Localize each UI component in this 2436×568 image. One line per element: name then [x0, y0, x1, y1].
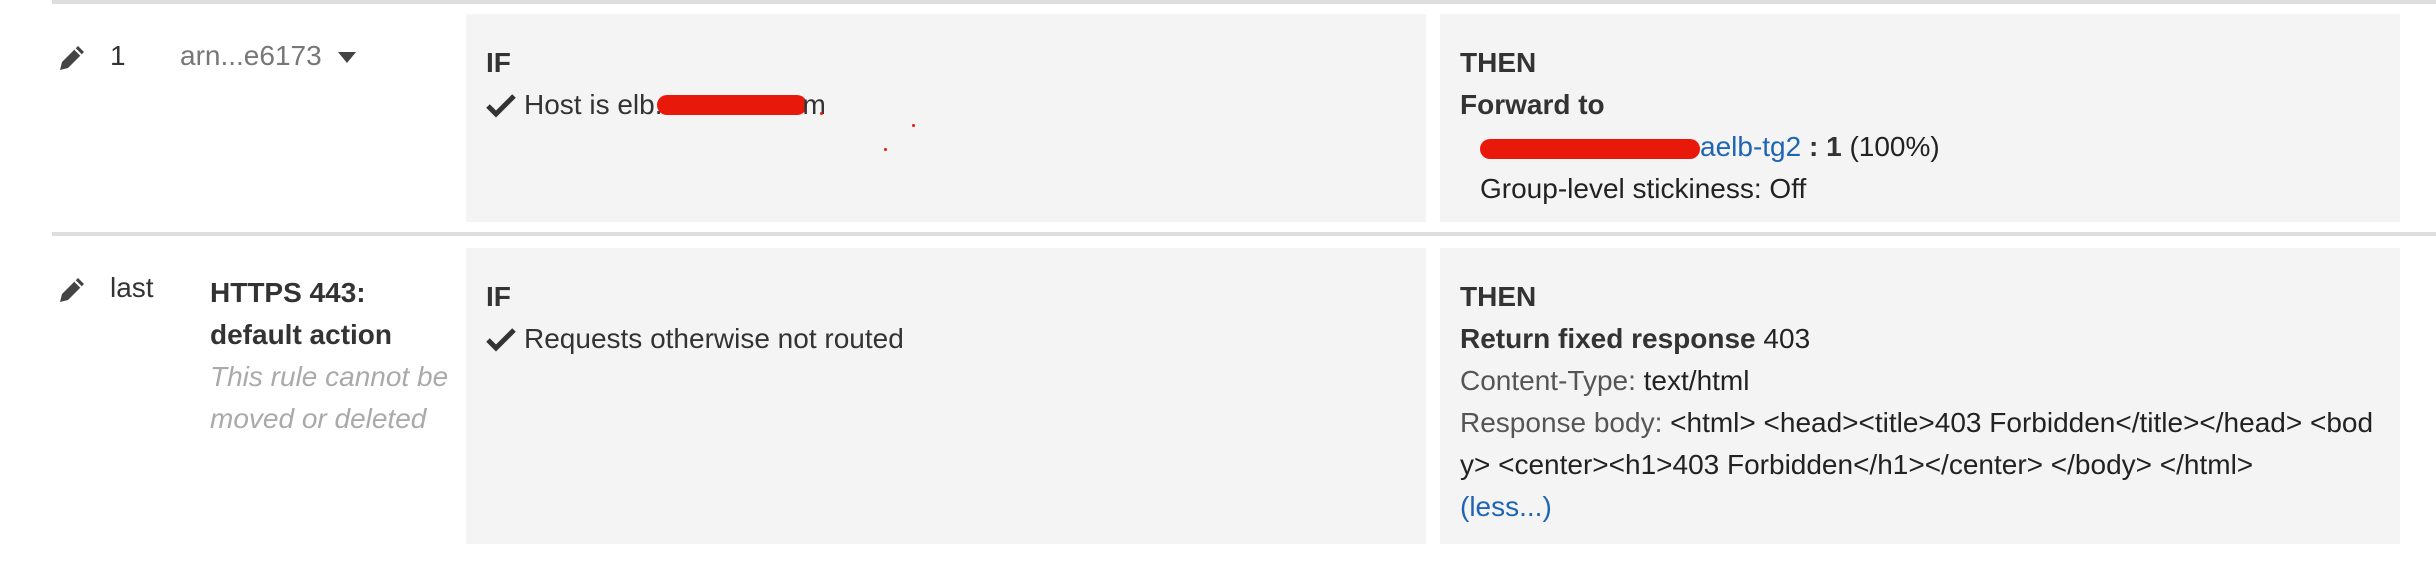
content-type-line: Content-Type: text/html: [1460, 360, 2380, 402]
weight-separator: :: [1808, 131, 1819, 162]
response-body-line: Response body: <html> <head><title>403 F…: [1460, 402, 2380, 486]
action-panel: THEN Forward to aelb-tg2 : 1 (100%) Grou…: [1440, 14, 2400, 222]
redaction-dot: [884, 148, 887, 151]
condition-item: Requests otherwise not routed: [486, 318, 1406, 360]
condition-text: Requests otherwise not routed: [524, 323, 904, 354]
redaction-mark: [1480, 138, 1700, 159]
rule-row-default: last HTTPS 443: default action This rule…: [0, 236, 2436, 568]
less-link[interactable]: (less...): [1460, 486, 2380, 528]
condition-panel: IF Requests otherwise not routed: [466, 248, 1426, 544]
default-action-title: HTTPS 443: default action: [210, 277, 393, 350]
rule-priority: 1: [110, 40, 126, 71]
action-panel: THEN Return fixed response 403 Content-T…: [1440, 248, 2400, 544]
pencil-icon[interactable]: [56, 42, 88, 74]
condition-text: Host is elb.: [524, 89, 663, 120]
condition-tail: m: [802, 89, 826, 120]
content-type-label: Content-Type:: [1460, 365, 1636, 396]
rule-row: 1 arn...e6173 IF Host is elb. m THEN For…: [0, 4, 2436, 232]
caret-down-icon[interactable]: [337, 51, 356, 63]
condition-panel: IF Host is elb. m: [466, 14, 1426, 222]
check-icon: [486, 94, 516, 118]
rule-name: HTTPS 443: default action This rule cann…: [210, 272, 450, 440]
fixed-response-line: Return fixed response 403: [1460, 318, 2380, 360]
redaction-mark: [656, 95, 807, 115]
stickiness-status: Group-level stickiness: Off: [1480, 173, 1807, 204]
target-group-line: aelb-tg2 : 1 (100%): [1460, 126, 2380, 168]
target-group-link[interactable]: aelb-tg2: [1700, 131, 1801, 162]
response-body-label: Response body:: [1460, 407, 1663, 438]
condition-item: Host is elb. m: [486, 84, 1406, 126]
if-header: IF: [486, 47, 511, 78]
redaction-dot: [820, 112, 823, 115]
action-title: Forward to: [1460, 89, 1605, 120]
if-header: IF: [486, 281, 511, 312]
target-arn-dropdown[interactable]: arn...e6173: [180, 40, 356, 72]
target-group-weight: 1: [1826, 131, 1842, 162]
action-title: Return fixed response: [1460, 323, 1756, 354]
status-code: 403: [1763, 323, 1811, 354]
then-header: THEN: [1460, 281, 1537, 312]
target-group-percent: (100%): [1849, 131, 1940, 162]
redaction-dot: [912, 124, 915, 127]
content-type-value: text/html: [1643, 365, 1750, 396]
rule-note: This rule cannot be moved or deleted: [210, 361, 449, 434]
then-header: THEN: [1460, 47, 1537, 78]
target-arn-value: arn...e6173: [180, 40, 322, 71]
pencil-icon[interactable]: [56, 274, 88, 306]
check-icon: [486, 328, 516, 352]
rule-priority: last: [110, 272, 154, 303]
